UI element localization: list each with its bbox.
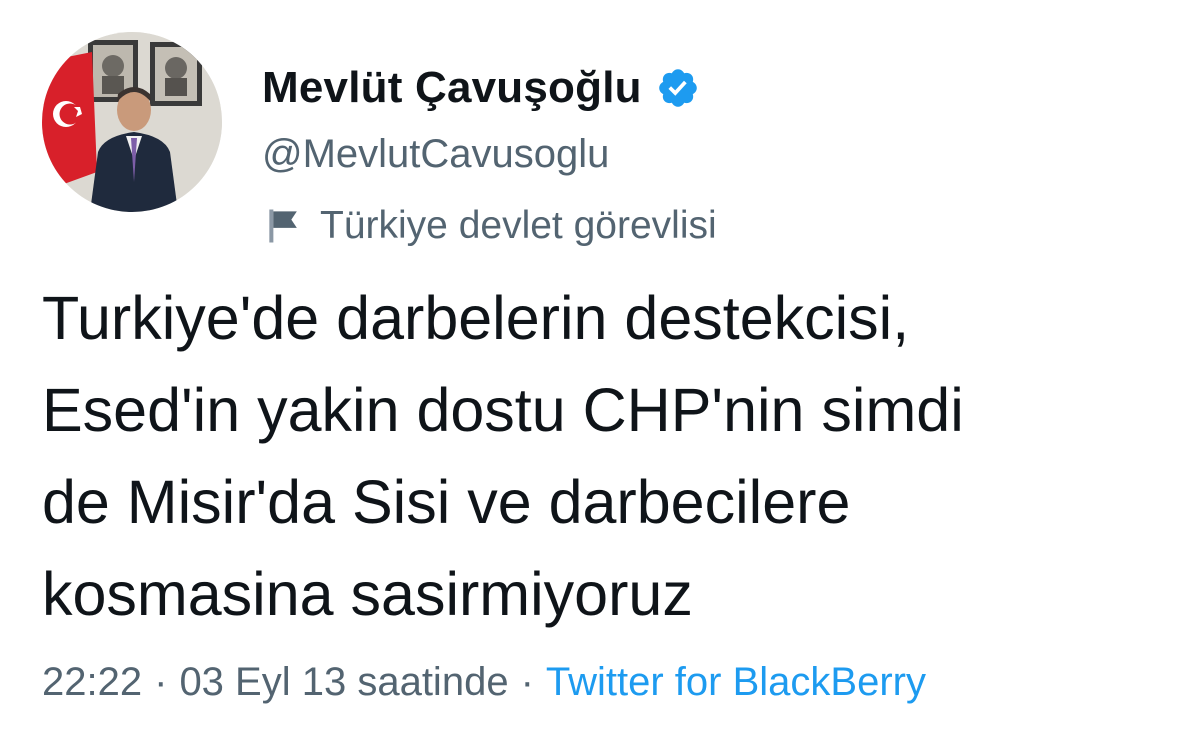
tweet-header: Mevlüt Çavuşoğlu @MevlutCavusoglu Türkiy…	[262, 58, 1162, 252]
flag-icon	[262, 204, 306, 248]
avatar-photo	[42, 32, 222, 212]
meta-separator: ·	[520, 660, 534, 704]
tweet-card: Mevlüt Çavuşoğlu @MevlutCavusoglu Türkiy…	[0, 0, 1200, 741]
tweet-text-line: de Misir'da Sisi ve darbecilere	[42, 468, 851, 536]
account-label: Türkiye devlet görevlisi	[262, 200, 1162, 252]
tweet-source-link[interactable]: Twitter for BlackBerry	[546, 660, 926, 705]
tweet-text-line: kosmasina sasirmiyoruz	[42, 560, 693, 628]
user-handle[interactable]: @MevlutCavusoglu	[262, 132, 1162, 182]
tweet-text-line: Turkiye'de darbelerin destekcisi,	[42, 284, 910, 352]
tweet-text: Turkiye'de darbelerin destekcisi, Esed'i…	[42, 272, 1162, 640]
tweet-meta: 22:22 · 03 Eyl 13 saatinde · Twitter for…	[42, 660, 1172, 705]
meta-separator: ·	[154, 660, 168, 704]
name-row: Mevlüt Çavuşoğlu	[262, 58, 1162, 118]
tweet-date[interactable]: 03 Eyl 13 saatinde	[179, 660, 508, 705]
account-label-text: Türkiye devlet görevlisi	[320, 204, 717, 247]
avatar[interactable]	[42, 32, 222, 212]
display-name[interactable]: Mevlüt Çavuşoğlu	[262, 63, 642, 113]
tweet-text-line: Esed'in yakin dostu CHP'nin simdi	[42, 376, 964, 444]
verified-badge-icon	[656, 66, 700, 110]
tweet-time[interactable]: 22:22	[42, 660, 142, 705]
